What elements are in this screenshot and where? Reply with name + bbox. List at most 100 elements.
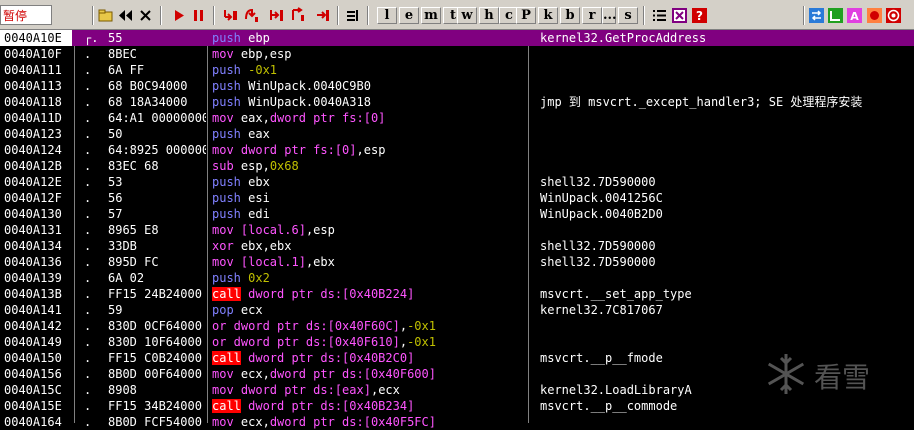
disassembly-cell: mov dword ptr ds:[eax],ecx <box>212 382 528 398</box>
flow-marker: . <box>84 47 92 61</box>
restart-icon[interactable] <box>117 7 134 24</box>
address-cell: 0040A164 <box>4 415 62 429</box>
comment-cell: shell32.7D590000 <box>540 255 656 269</box>
hex-dump-cell: FF15 24B24000 <box>108 287 202 301</box>
instruction-row[interactable]: 0040A142. 830D 0CF64000 or dword ptr ds:[0… <box>0 318 914 334</box>
operand: dword ptr fs:[0] <box>269 111 386 125</box>
execute-till-return-icon[interactable] <box>314 7 331 24</box>
go-to-address-icon[interactable] <box>345 7 362 24</box>
comment-cell: msvcrt.__p__fmode <box>540 351 663 365</box>
instruction-row[interactable]: 0040A130. 57 push edi WinUpack.0040B2D0 <box>0 206 914 222</box>
flow-marker: . <box>84 367 92 381</box>
flow-marker: . <box>84 415 92 429</box>
comment-cell: msvcrt.__p__commode <box>540 399 678 413</box>
flow-marker: . <box>84 191 92 205</box>
run-icon[interactable] <box>170 7 187 24</box>
trace-over-icon[interactable] <box>289 7 306 24</box>
instruction-row[interactable]: 0040A124. 64:8925 00000000 mov dword ptr f… <box>0 142 914 158</box>
operand: WinUpack.0040A318 <box>240 95 371 109</box>
instruction-row[interactable]: 0040A12B. 83EC 68 sub esp,0x68 <box>0 158 914 174</box>
options-grid-icon[interactable] <box>671 7 688 24</box>
pause-icon[interactable] <box>190 7 207 24</box>
selected-instruction-row[interactable]: 0040A10E ┌. 55 push ebp kernel32.GetProcAddr… <box>0 30 914 46</box>
toolbar-separator <box>160 6 162 25</box>
hex-dump-cell: 56 <box>108 191 123 205</box>
flow-marker: . <box>84 95 92 109</box>
instruction-row[interactable]: 0040A15E. FF15 34B24000 call dword ptr ds:… <box>0 398 914 414</box>
hex-dump-cell: 57 <box>108 207 123 221</box>
record-icon[interactable] <box>866 7 883 24</box>
step-into-icon[interactable] <box>222 7 239 24</box>
hex-dump-cell: 33DB <box>108 239 137 253</box>
attach-icon[interactable]: A <box>846 7 863 24</box>
operand: eax <box>240 127 270 141</box>
list-icon[interactable] <box>651 7 668 24</box>
flow-marker: . <box>84 223 92 237</box>
disassembly-cell: pop ecx <box>212 302 528 318</box>
mnemonic: push <box>212 95 241 109</box>
operand: [local.1] <box>233 255 306 269</box>
disassembly-cell: mov ebp,esp <box>212 46 528 62</box>
flow-marker: ┌. <box>84 31 99 45</box>
comment-cell: shell32.7D590000 <box>540 175 656 189</box>
instruction-row[interactable]: 0040A134. 33DB xor ebx,ebx shell32.7D590000 <box>0 238 914 254</box>
windows-button[interactable]: w <box>457 7 477 24</box>
log-window-button[interactable]: l <box>377 7 397 24</box>
mnemonic: mov <box>212 143 234 157</box>
address-cell: 0040A134 <box>4 239 62 253</box>
disassembly-cell: push WinUpack.0040A318 <box>212 94 528 110</box>
instruction-row[interactable]: 0040A10F. 8BEC mov ebp,esp <box>0 46 914 62</box>
instruction-row[interactable]: 0040A111. 6A FF push -0x1 <box>0 62 914 78</box>
instruction-row[interactable]: 0040A123. 50 push eax <box>0 126 914 142</box>
instruction-row[interactable]: 0040A118. 68 18A34000 push WinUpack.0040A3… <box>0 94 914 110</box>
references-button[interactable]: r <box>582 7 602 24</box>
refresh-icon[interactable] <box>808 7 825 24</box>
instruction-row[interactable]: 0040A136. 895D FC mov [local.1],ebx shell32… <box>0 254 914 270</box>
address-cell: 0040A10E <box>0 30 72 46</box>
address-cell: 0040A150 <box>4 351 62 365</box>
instruction-row[interactable]: 0040A141. 59 pop ecx kernel32.7C817067 <box>0 302 914 318</box>
instruction-row[interactable]: 0040A113. 68 B0C94000 push WinUpack.0040C9… <box>0 78 914 94</box>
handles-button[interactable]: h <box>479 7 499 24</box>
hex-dump-cell: 6A FF <box>108 63 145 77</box>
operand: ebp <box>240 31 270 45</box>
operand: esp, <box>233 159 270 173</box>
toolbar-separator <box>337 6 339 25</box>
target-icon[interactable] <box>885 7 902 24</box>
instruction-row[interactable]: 0040A164. 8B0D FCF54000 mov ecx,dword ptr … <box>0 414 914 430</box>
close-icon[interactable] <box>137 7 154 24</box>
instruction-row[interactable]: 0040A139. 6A 02 push 0x2 <box>0 270 914 286</box>
instruction-row[interactable]: 0040A149. 830D 10F64000 or dword ptr ds:[0… <box>0 334 914 350</box>
hex-dump-cell: 83EC 68 <box>108 159 159 173</box>
source-button[interactable]: s <box>618 7 638 24</box>
status-indicator: 暂停 <box>0 5 52 25</box>
memory-map-button[interactable]: m <box>421 7 441 24</box>
executable-modules-button[interactable]: e <box>399 7 419 24</box>
instruction-row[interactable]: 0040A11D. 64:A1 00000000 mov eax,dword ptr… <box>0 110 914 126</box>
patches-button[interactable]: P <box>516 7 536 24</box>
comment-cell: kernel32.LoadLibraryA <box>540 383 692 397</box>
trace-into-icon[interactable] <box>268 7 285 24</box>
watermark-text: 看雪 <box>814 361 871 394</box>
instruction-row[interactable]: 0040A13B. FF15 24B24000 call dword ptr ds:… <box>0 286 914 302</box>
instruction-row[interactable]: 0040A12E. 53 push ebx shell32.7D590000 <box>0 174 914 190</box>
address-cell: 0040A149 <box>4 335 62 349</box>
step-over-icon[interactable] <box>243 7 260 24</box>
operand: ebx <box>240 175 270 189</box>
breakpoints-button[interactable]: b <box>560 7 580 24</box>
open-file-icon[interactable] <box>97 7 114 24</box>
help-icon[interactable]: ? <box>691 7 708 24</box>
plugin-icon[interactable] <box>827 7 844 24</box>
disassembly-cell: mov ecx,dword ptr ds:[0x40F600] <box>212 366 528 382</box>
call-stack-button[interactable]: k <box>538 7 558 24</box>
disassembly-cell: or dword ptr ds:[0x40F60C],-0x1 <box>212 318 528 334</box>
comment-cell: WinUpack.0040B2D0 <box>540 207 663 221</box>
toolbar-separator <box>213 6 215 25</box>
instruction-row[interactable]: 0040A131. 8965 E8 mov [local.6],esp <box>0 222 914 238</box>
hex-dump-cell: 68 18A34000 <box>108 95 188 109</box>
disassembly-cell: call dword ptr ds:[0x40B224] <box>212 286 528 302</box>
run-trace-button[interactable]: ... <box>602 7 617 24</box>
disassembly-cell: call dword ptr ds:[0x40B234] <box>212 398 528 414</box>
disassembly-cell: mov [local.6],esp <box>212 222 528 238</box>
instruction-row[interactable]: 0040A12F. 56 push esi WinUpack.0041256C <box>0 190 914 206</box>
